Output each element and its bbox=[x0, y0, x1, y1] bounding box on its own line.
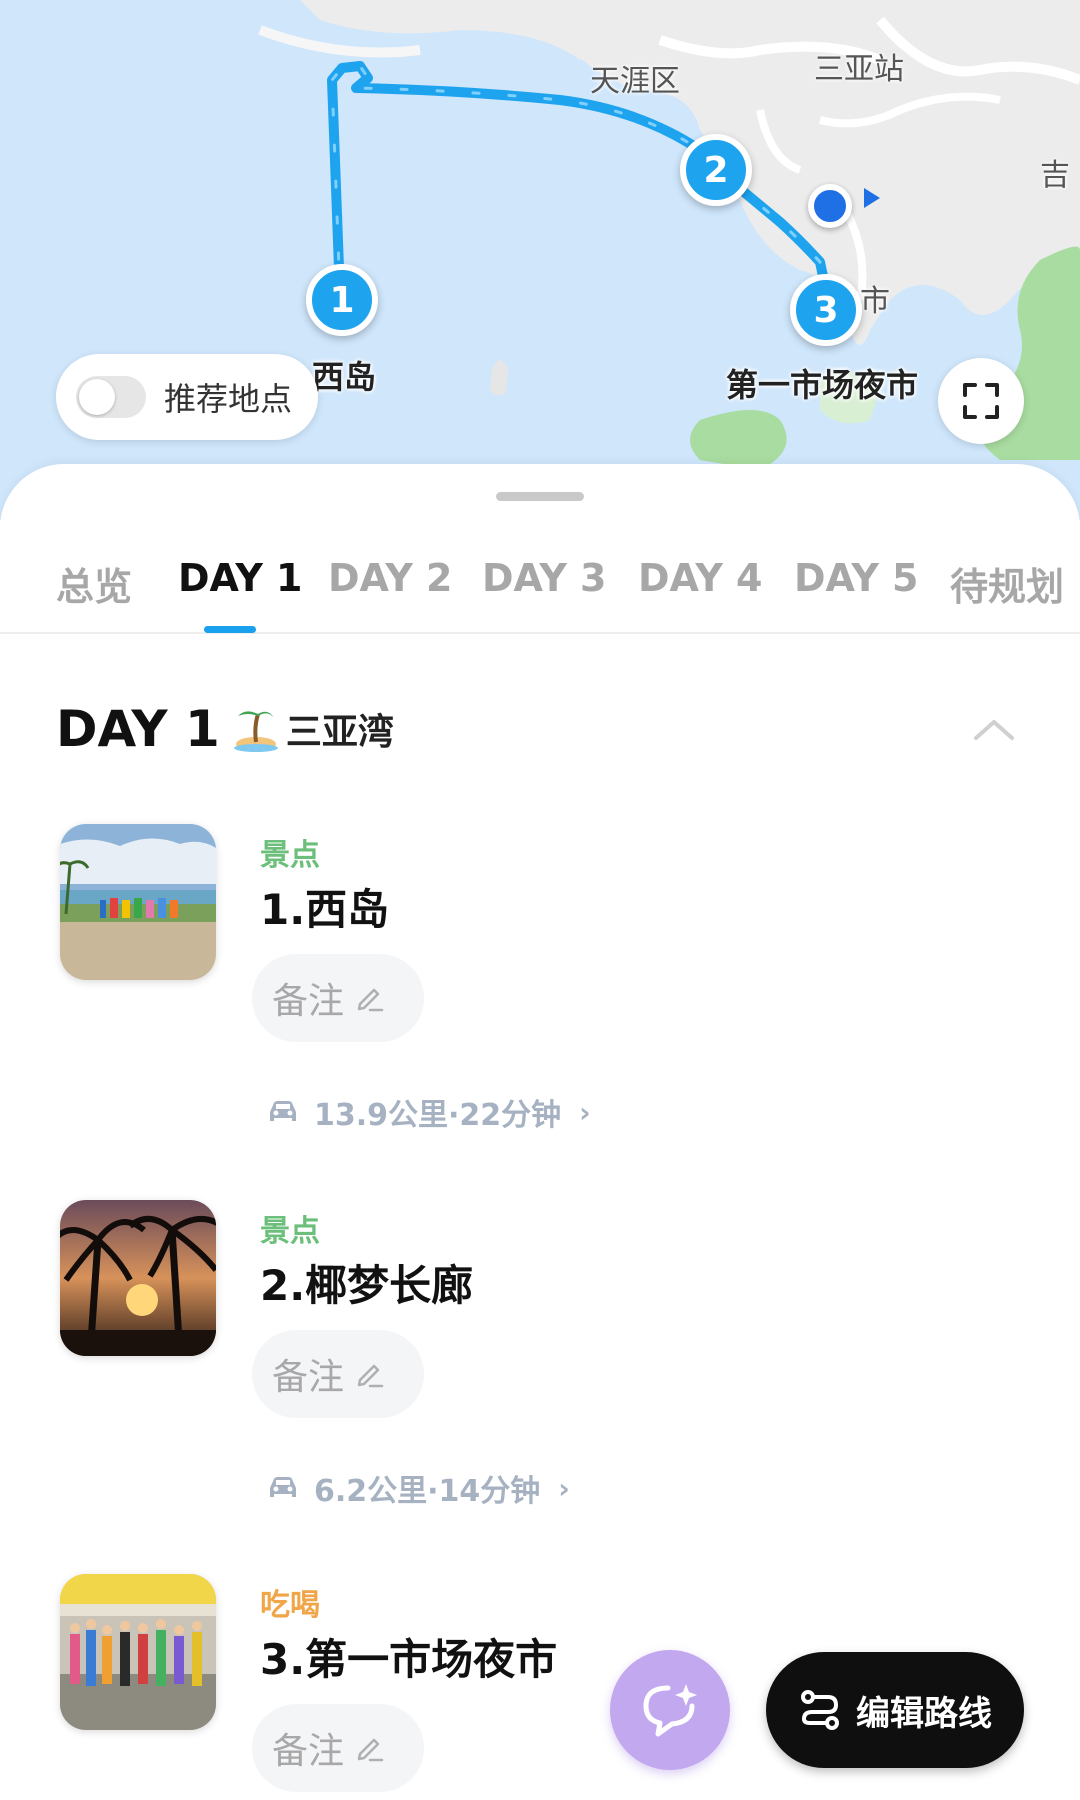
map-pin-1[interactable]: 1 bbox=[306, 264, 378, 336]
ai-chat-sparkle-icon bbox=[643, 1684, 697, 1737]
recommend-places-toggle[interactable]: 推荐地点 bbox=[56, 354, 318, 440]
map-label-sanya-station: 三亚站 bbox=[814, 52, 904, 87]
note-button[interactable]: 备注 bbox=[252, 1704, 424, 1792]
chevron-up-icon bbox=[974, 720, 1014, 740]
collapse-button[interactable] bbox=[972, 714, 1016, 744]
poi-photo-first-market-night-market[interactable] bbox=[60, 1574, 216, 1730]
edit-route-label: 编辑路线 bbox=[856, 1693, 992, 1734]
note-label: 备注 bbox=[272, 981, 345, 1022]
car-icon bbox=[270, 1101, 296, 1121]
toggle-switch[interactable] bbox=[76, 376, 146, 418]
note-label: 备注 bbox=[272, 1357, 345, 1398]
day-header: DAY 1 三亚湾 bbox=[56, 700, 394, 758]
itinerary-sheet: 总览 DAY 1 DAY 2 DAY 3 DAY 4 DAY 5 待规划 DAY… bbox=[0, 464, 1080, 1800]
poi-category: 吃喝 bbox=[260, 1588, 320, 1623]
poi-item[interactable]: 景点 2.椰梦长廊 备注 bbox=[60, 1200, 1020, 1420]
tab-overview[interactable]: 总览 bbox=[56, 556, 132, 611]
edit-pencil-icon bbox=[357, 1364, 384, 1388]
note-label: 备注 bbox=[272, 1731, 345, 1772]
pin-number: 1 bbox=[329, 279, 355, 321]
note-button[interactable]: 备注 bbox=[252, 954, 424, 1042]
map-background bbox=[0, 0, 1080, 520]
map-label-tianya: 天涯区 bbox=[590, 64, 680, 99]
route-edit-icon bbox=[801, 1690, 839, 1730]
poi-category: 景点 bbox=[260, 838, 320, 873]
route-distance-time: 13.9公里·22分钟 bbox=[314, 1098, 562, 1133]
tab-day-3[interactable]: DAY 3 bbox=[482, 556, 607, 600]
route-segment-2[interactable]: 6.2公里·14分钟 › bbox=[266, 1466, 570, 1510]
fullscreen-icon bbox=[963, 383, 999, 419]
map-pin-3[interactable]: 3 bbox=[790, 274, 862, 346]
recommend-places-label: 推荐地点 bbox=[164, 380, 293, 418]
edit-pencil-icon bbox=[357, 1738, 384, 1762]
heading-arrow-icon bbox=[864, 188, 880, 208]
map-label-shi: 市 bbox=[860, 284, 890, 319]
tab-to-plan[interactable]: 待规划 bbox=[950, 556, 1064, 611]
map-pin-label-1: 西岛 bbox=[312, 358, 377, 396]
poi-item[interactable]: 景点 1.西岛 备注 bbox=[60, 824, 1020, 1044]
map-label-ji: 吉 bbox=[1040, 158, 1070, 193]
tab-day-4[interactable]: DAY 4 bbox=[638, 556, 763, 600]
map-pin-2[interactable]: 2 bbox=[680, 134, 752, 206]
tab-day-2[interactable]: DAY 2 bbox=[328, 556, 453, 600]
ai-assistant-button[interactable] bbox=[610, 1650, 730, 1770]
poi-photo-coconut-dream-corridor[interactable] bbox=[60, 1200, 216, 1356]
poi-name[interactable]: 3.第一市场夜市 bbox=[260, 1626, 557, 1687]
route-segment-1[interactable]: 13.9公里·22分钟 › bbox=[266, 1090, 591, 1134]
day-title: DAY 1 bbox=[56, 700, 220, 758]
poi-photo-west-island[interactable] bbox=[60, 824, 216, 980]
poi-name[interactable]: 1.西岛 bbox=[260, 876, 389, 937]
current-location-dot bbox=[808, 184, 852, 228]
day-area: 三亚湾 bbox=[285, 712, 394, 753]
day-tabs: 总览 DAY 1 DAY 2 DAY 3 DAY 4 DAY 5 待规划 bbox=[0, 544, 1080, 634]
pin-number: 2 bbox=[703, 149, 729, 191]
tab-day-1[interactable]: DAY 1 bbox=[178, 556, 303, 600]
car-icon bbox=[270, 1477, 296, 1497]
edit-pencil-icon bbox=[357, 988, 384, 1012]
fullscreen-button[interactable] bbox=[938, 358, 1024, 444]
poi-category: 景点 bbox=[260, 1214, 320, 1249]
map-view[interactable]: 天涯区 三亚站 吉 市 1 西岛 2 3 第一市场夜市 推荐地点 bbox=[0, 0, 1080, 520]
map-pin-label-3: 第一市场夜市 bbox=[726, 366, 919, 404]
chevron-right-icon: › bbox=[579, 1095, 591, 1129]
pin-number: 3 bbox=[813, 289, 839, 331]
active-tab-indicator bbox=[204, 626, 256, 633]
sheet-grabber[interactable] bbox=[496, 492, 584, 501]
route-distance-time: 6.2公里·14分钟 bbox=[314, 1474, 541, 1509]
poi-name[interactable]: 2.椰梦长廊 bbox=[260, 1252, 473, 1313]
tab-day-5[interactable]: DAY 5 bbox=[794, 556, 919, 600]
chevron-right-icon: › bbox=[558, 1471, 570, 1505]
edit-route-button[interactable]: 编辑路线 bbox=[766, 1652, 1024, 1768]
note-button[interactable]: 备注 bbox=[252, 1330, 424, 1418]
island-icon bbox=[233, 702, 278, 756]
